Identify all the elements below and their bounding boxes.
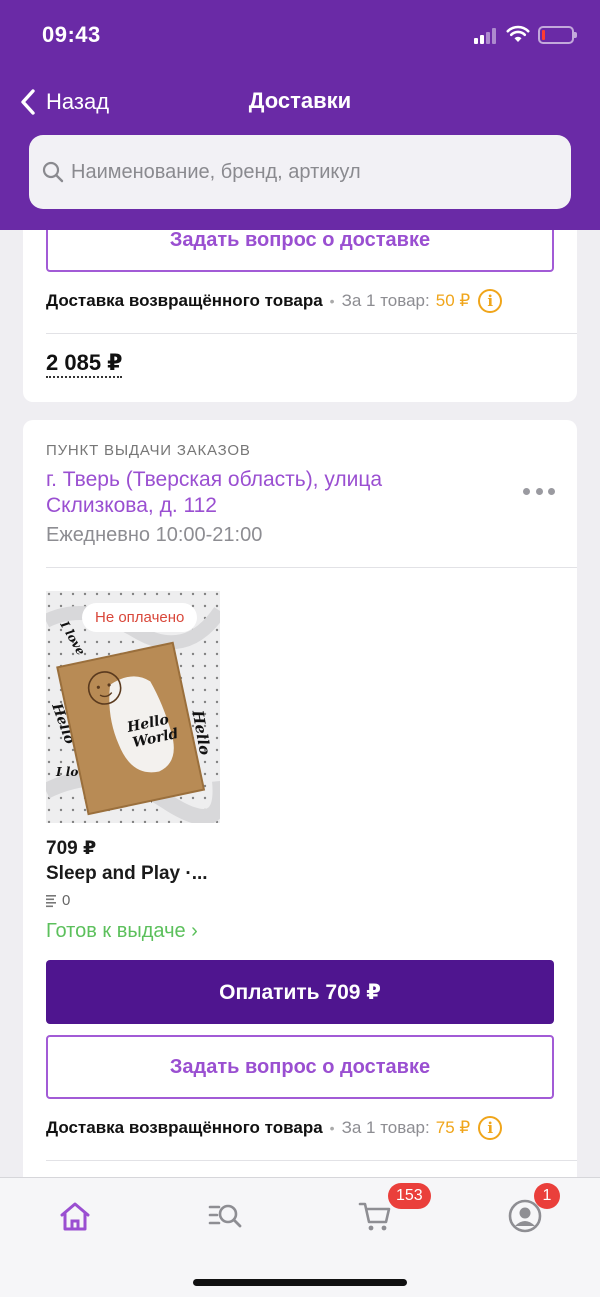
- delivery-card: ПУНКТ ВЫДАЧИ ЗАКАЗОВ г. Тверь (Тверская …: [23, 420, 577, 1180]
- tab-home[interactable]: [55, 1196, 95, 1236]
- delivery-total[interactable]: 2 085 ₽: [46, 350, 123, 378]
- back-label: Назад: [46, 89, 110, 114]
- wifi-icon: [506, 25, 530, 42]
- info-icon[interactable]: i: [478, 289, 503, 313]
- home-indicator: [193, 1279, 407, 1286]
- divider: [46, 333, 577, 334]
- ask-delivery-question-button[interactable]: Задать вопрос о доставке: [46, 1035, 554, 1099]
- profile-count-badge: 1: [534, 1183, 560, 1209]
- pickup-hours: Ежедневно 10:00-21:00: [46, 524, 263, 546]
- product-quantity: 0: [46, 892, 70, 909]
- search-icon: [42, 161, 64, 183]
- info-icon[interactable]: i: [478, 1116, 503, 1140]
- more-options-button[interactable]: [523, 482, 555, 500]
- return-delivery-row: Доставка возвращённого товара • За 1 тов…: [46, 1114, 556, 1142]
- chevron-left-icon: [21, 89, 35, 115]
- per-item-label: За 1 товар:: [341, 1118, 430, 1137]
- home-icon: [60, 1202, 90, 1231]
- divider: [46, 1160, 577, 1161]
- product-image[interactable]: Hello Hello Hello World I love I love He…: [46, 591, 220, 823]
- unpaid-badge: Не оплачено: [82, 603, 198, 632]
- status-bar: 09:43: [0, 0, 600, 72]
- status-time: 09:43: [42, 22, 101, 47]
- return-delivery-label: Доставка возвращённого товара: [46, 291, 323, 310]
- list-icon: [46, 894, 56, 907]
- search-bar[interactable]: [29, 135, 571, 209]
- pickup-address[interactable]: г. Тверь (Тверская область), улица Склиз…: [46, 467, 466, 519]
- separator-dot: •: [329, 293, 335, 309]
- back-button[interactable]: Назад: [18, 86, 109, 118]
- divider: [46, 567, 577, 568]
- tab-catalog[interactable]: [205, 1196, 245, 1236]
- return-price: 75 ₽: [435, 1118, 471, 1137]
- separator-dot: •: [329, 1120, 335, 1136]
- cart-icon: [358, 1202, 391, 1231]
- cart-count-badge: 153: [388, 1183, 431, 1209]
- catalog-search-icon: [208, 1204, 242, 1228]
- app-header: 09:43 Назад Доставки: [0, 0, 600, 230]
- return-delivery-row: Доставка возвращённого товара • За 1 тов…: [46, 287, 556, 315]
- per-item-label: За 1 товар:: [341, 291, 430, 310]
- cellular-signal-icon: [474, 28, 500, 44]
- battery-icon: [538, 26, 577, 44]
- quantity-value: 0: [62, 892, 71, 909]
- return-delivery-label: Доставка возвращённого товара: [46, 1118, 323, 1137]
- product-name[interactable]: Sleep and Play ·...: [46, 863, 226, 885]
- pickup-point-label: ПУНКТ ВЫДАЧИ ЗАКАЗОВ: [46, 442, 251, 459]
- pay-button[interactable]: Оплатить 709 ₽: [46, 960, 554, 1024]
- search-input[interactable]: [71, 160, 551, 184]
- ready-status-link[interactable]: Готов к выдаче ›: [46, 920, 198, 943]
- product-price: 709 ₽: [46, 838, 97, 859]
- return-price: 50 ₽: [435, 291, 471, 310]
